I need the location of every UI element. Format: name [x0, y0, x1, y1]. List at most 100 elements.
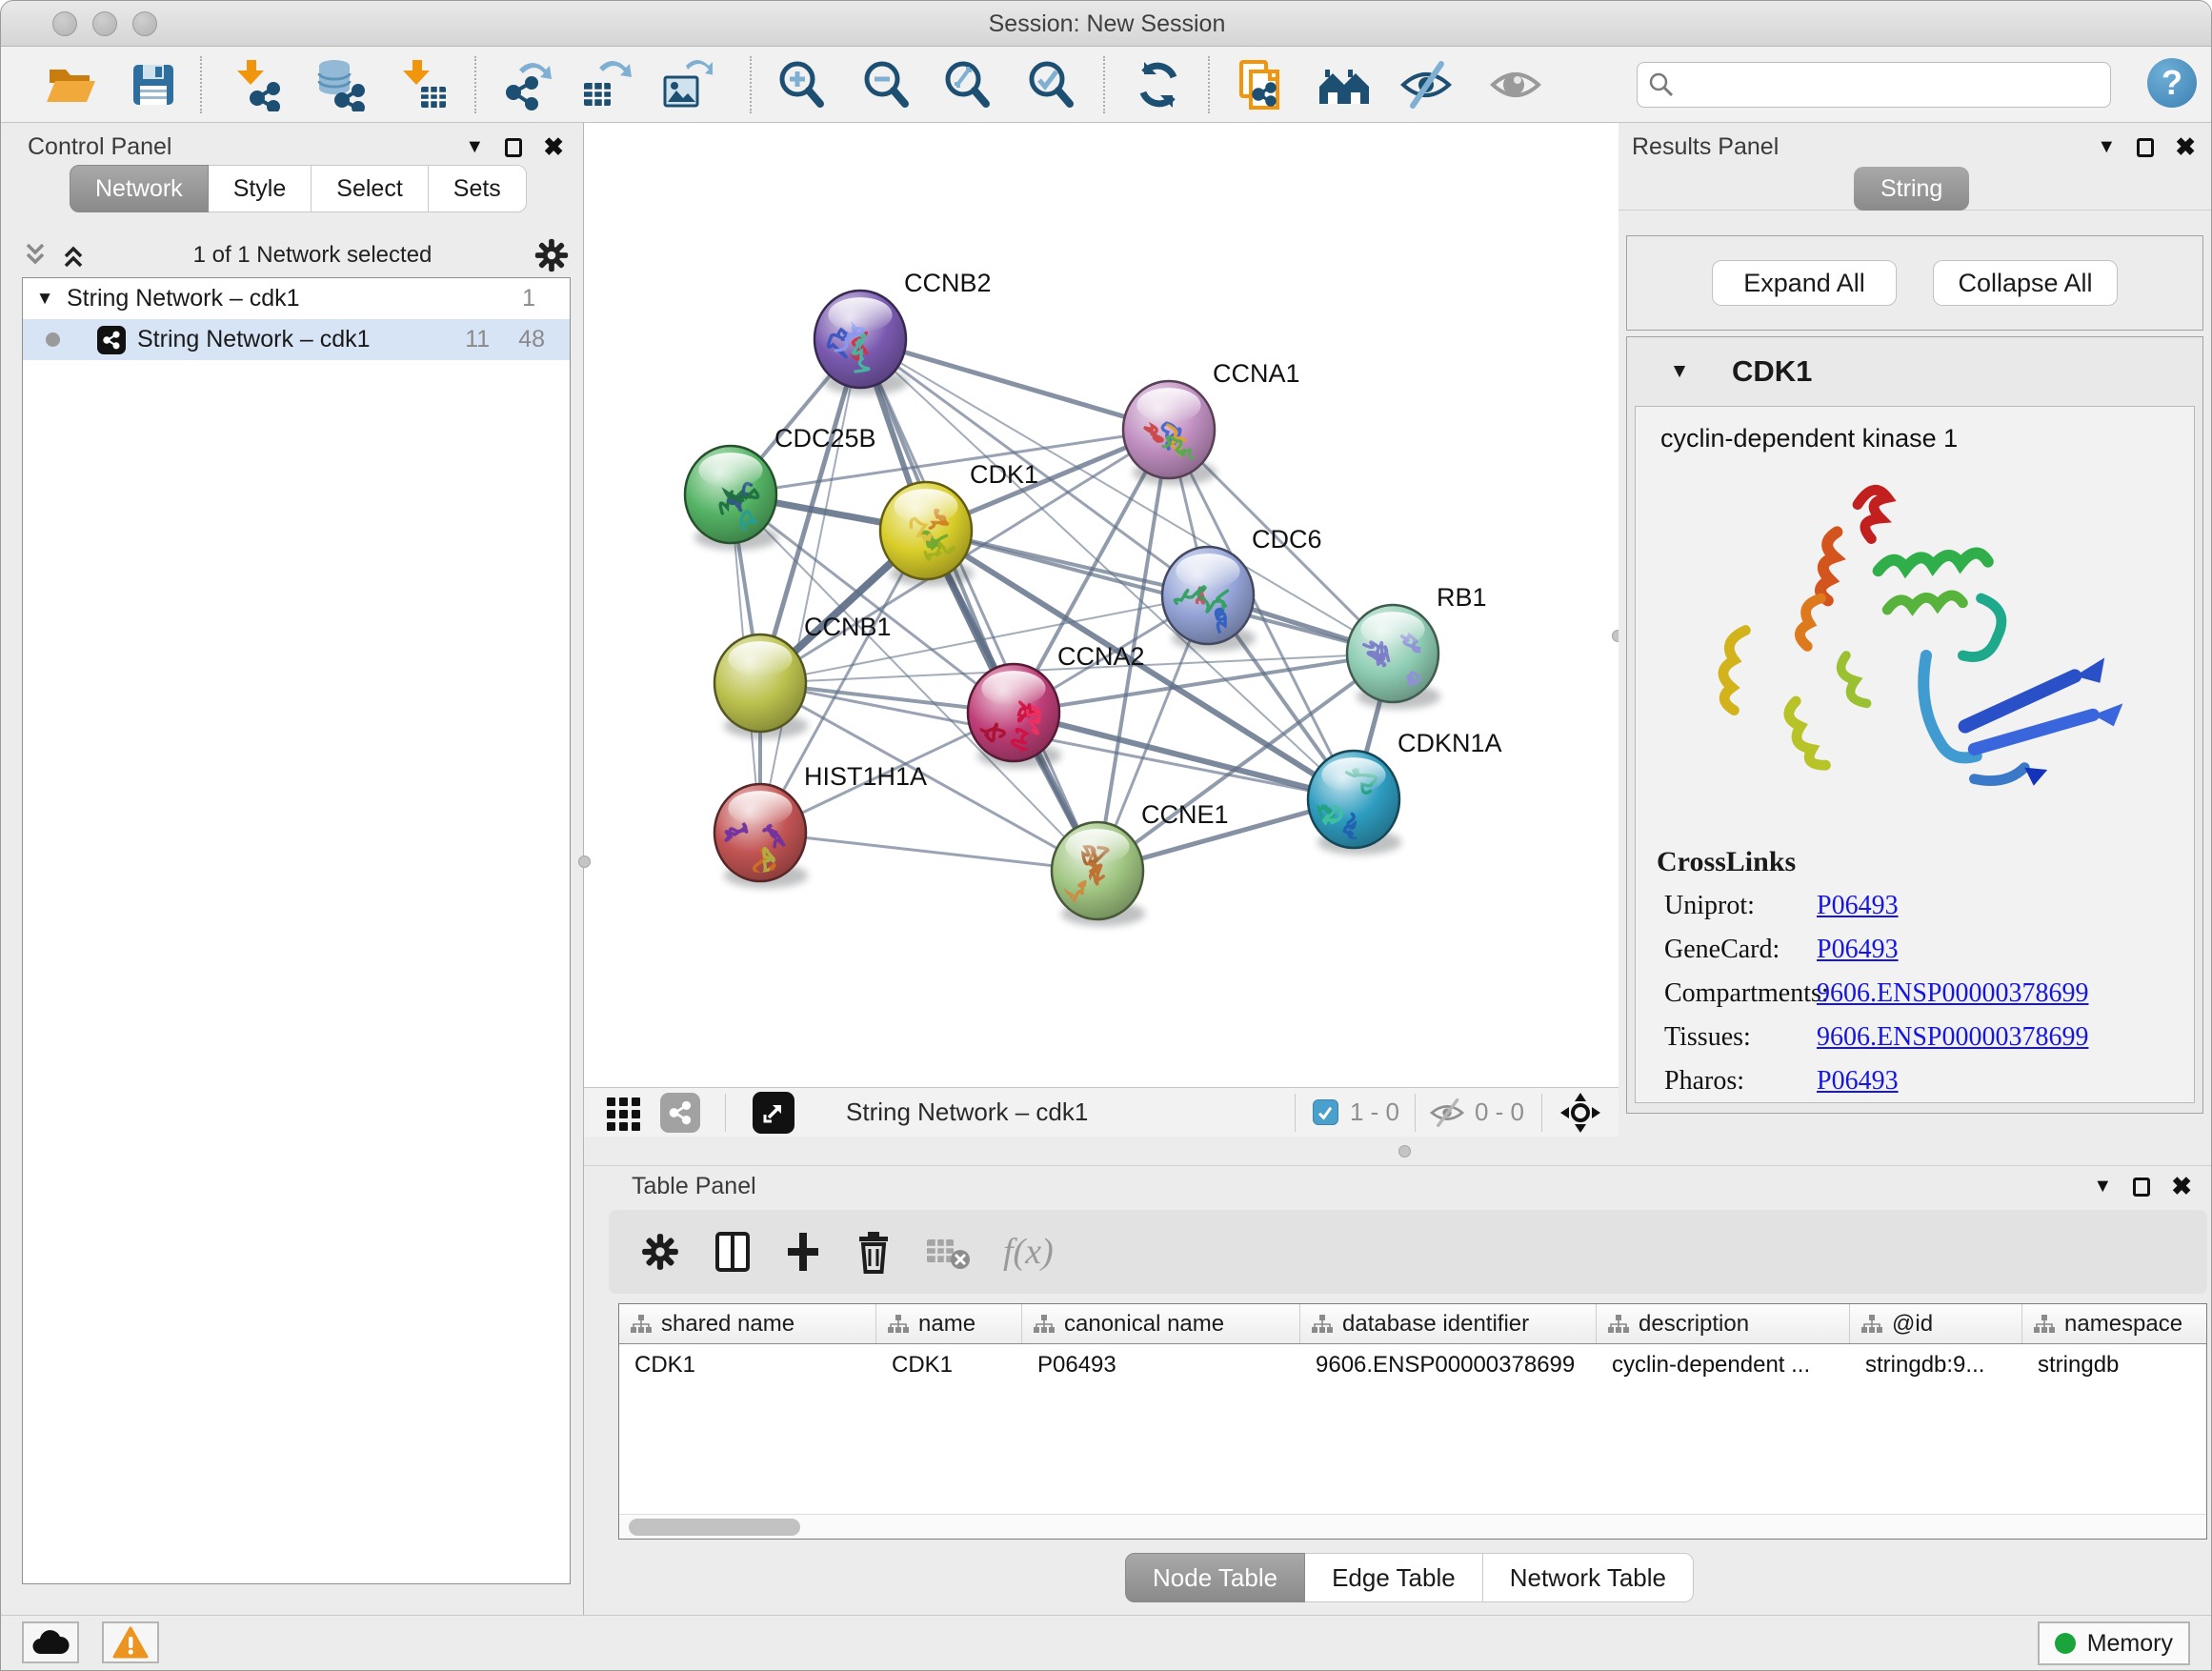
crosslink-link[interactable]: 9606.ENSP00000378699 [1817, 978, 2088, 1009]
expand-all-button[interactable]: Expand All [1712, 260, 1897, 306]
node-label-CCNB2: CCNB2 [904, 269, 992, 297]
panel-float-icon[interactable] [2133, 1178, 2150, 1197]
table-options-gear-icon[interactable] [639, 1231, 681, 1273]
network-graph[interactable]: CCNB2CCNA1CDC25BCDK1CDC6RB1CCNB1CCNA2CDK… [584, 123, 1619, 1087]
network-canvas[interactable]: CCNB2CCNA1CDC25BCDK1CDC6RB1CCNB1CCNA2CDK… [584, 123, 1619, 1087]
selected-nodes-checkbox[interactable] [1313, 1099, 1338, 1125]
export-network-button[interactable] [498, 58, 552, 111]
scrollbar-thumb[interactable] [629, 1519, 800, 1536]
panel-float-icon[interactable] [505, 138, 522, 157]
column-header-database-identifier[interactable]: database identifier [1300, 1304, 1597, 1343]
zoom-out-button[interactable] [859, 58, 913, 111]
tab-network[interactable]: Network [70, 165, 209, 212]
table-horizontal-scrollbar[interactable] [619, 1514, 2206, 1539]
show-columns-icon[interactable] [714, 1231, 752, 1273]
column-header--id[interactable]: @id [1850, 1304, 2022, 1343]
open-session-button[interactable] [44, 58, 97, 111]
export-table-button[interactable] [578, 58, 632, 111]
tab-style[interactable]: Style [209, 165, 312, 212]
panel-menu-icon[interactable]: ▼ [2093, 1176, 2112, 1198]
node-label-CDKN1A: CDKN1A [1398, 729, 1502, 757]
node-label-HIST1H1A: HIST1H1A [804, 762, 927, 791]
column-header-namespace[interactable]: namespace [2022, 1304, 2207, 1343]
network-row[interactable]: String Network – cdk1 11 48 [23, 319, 570, 360]
add-column-icon[interactable] [784, 1231, 822, 1273]
birds-eye-view-icon[interactable] [1559, 1092, 1601, 1134]
save-session-button[interactable] [127, 58, 180, 111]
panel-float-icon[interactable] [2137, 138, 2154, 157]
table-row[interactable]: CDK1CDK1P064939606.ENSP00000378699cyclin… [619, 1344, 2206, 1386]
tab-edge-table[interactable]: Edge Table [1305, 1553, 1483, 1602]
table-cell[interactable]: P06493 [1022, 1344, 1300, 1386]
results-panel-title: Results Panel [1632, 133, 1779, 161]
tab-string[interactable]: String [1854, 167, 1969, 211]
delete-column-trash-icon[interactable] [855, 1230, 893, 1274]
fit-content-button[interactable] [940, 58, 994, 111]
import-network-from-database-button[interactable] [313, 58, 367, 111]
open-in-new-window-icon[interactable] [753, 1092, 794, 1134]
table-cell[interactable]: CDK1 [619, 1344, 876, 1386]
help-button[interactable]: ? [2147, 58, 2197, 108]
panel-menu-icon[interactable]: ▼ [2097, 136, 2116, 158]
node-label-CDC6: CDC6 [1252, 525, 1322, 554]
function-builder-icon[interactable]: f(x) [1003, 1231, 1054, 1273]
splitter-handle[interactable] [1398, 1145, 1411, 1158]
export-image-button[interactable] [659, 58, 713, 111]
tab-network-table[interactable]: Network Table [1483, 1553, 1694, 1602]
crosslink-link[interactable]: P06493 [1817, 1066, 1899, 1097]
warnings-button[interactable] [102, 1621, 159, 1663]
grid-view-icon[interactable] [605, 1094, 643, 1132]
crosslink-link[interactable]: P06493 [1817, 891, 1899, 921]
hidden-elements-eye-icon[interactable] [1429, 1097, 1465, 1128]
control-panel: Control Panel ▼ ✖ NetworkStyleSelectSets… [1, 123, 584, 1615]
network-view-icon[interactable] [660, 1093, 700, 1133]
app-window: Session: New Session [0, 0, 2212, 1671]
column-header-shared-name[interactable]: shared name [619, 1304, 876, 1343]
delete-table-icon[interactable] [925, 1234, 971, 1270]
first-neighbors-button[interactable] [1317, 58, 1371, 111]
splitter-handle[interactable] [578, 856, 591, 868]
hide-selected-button[interactable] [1399, 58, 1453, 111]
expand-all-tree-icon[interactable] [60, 241, 92, 270]
import-table-button[interactable] [396, 58, 450, 111]
table-cell[interactable]: 9606.ENSP00000378699 [1300, 1344, 1597, 1386]
tab-node-table[interactable]: Node Table [1125, 1553, 1305, 1602]
import-network-button[interactable] [231, 58, 284, 111]
table-cell[interactable]: CDK1 [876, 1344, 1022, 1386]
zoom-selected-button[interactable] [1024, 58, 1077, 111]
panel-close-icon[interactable]: ✖ [2171, 1172, 2192, 1201]
new-network-from-selection-button[interactable] [1234, 58, 1287, 111]
toolbar-separator [750, 56, 752, 113]
column-header-description[interactable]: description [1597, 1304, 1850, 1343]
panel-close-icon[interactable]: ✖ [2175, 132, 2196, 162]
network-options-gear-icon[interactable] [533, 236, 571, 274]
control-panel-tabs: NetworkStyleSelectSets [70, 165, 527, 212]
tab-select[interactable]: Select [312, 165, 428, 212]
network-collection-row[interactable]: ▼ String Network – cdk1 1 [23, 278, 570, 319]
apply-preferred-layout-button[interactable] [1132, 58, 1185, 111]
panel-close-icon[interactable]: ✖ [543, 132, 564, 162]
show-all-button[interactable] [1489, 58, 1542, 111]
crosslink-link[interactable]: P06493 [1817, 935, 1899, 965]
crosslink-link[interactable]: 9606.ENSP00000378699 [1817, 1022, 2088, 1053]
memory-status-dot [2055, 1633, 2076, 1654]
zoom-in-button[interactable] [774, 58, 828, 111]
column-header-canonical-name[interactable]: canonical name [1022, 1304, 1300, 1343]
table-cell[interactable]: stringdb:9... [1850, 1344, 2022, 1386]
panel-menu-icon[interactable]: ▼ [465, 136, 484, 158]
search-input[interactable] [1676, 70, 2101, 99]
column-header-name[interactable]: name [876, 1304, 1022, 1343]
memory-button[interactable]: Memory [2038, 1621, 2190, 1665]
cloud-status-button[interactable] [22, 1621, 79, 1663]
table-cell[interactable]: stringdb [2022, 1344, 2207, 1386]
network-label: String Network – cdk1 [137, 326, 465, 353]
node-label-CCNE1: CCNE1 [1141, 800, 1229, 829]
collapse-triangle-icon[interactable]: ▼ [23, 289, 67, 310]
crosslink-row: GeneCard:P06493 [1636, 928, 2194, 972]
collapse-all-tree-icon[interactable] [22, 241, 54, 270]
tab-sets[interactable]: Sets [429, 165, 527, 212]
collapse-all-button[interactable]: Collapse All [1933, 260, 2118, 306]
network-edges [731, 339, 1393, 871]
collapse-triangle-icon[interactable]: ▼ [1627, 360, 1732, 383]
table-cell[interactable]: cyclin-dependent ... [1597, 1344, 1850, 1386]
